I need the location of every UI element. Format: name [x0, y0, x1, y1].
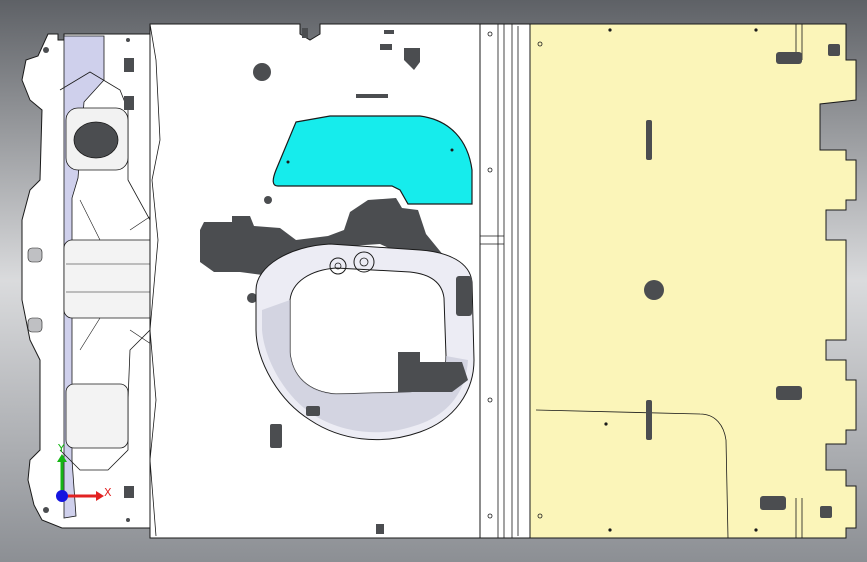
triad-y-label: Y	[57, 442, 65, 455]
yellow-hole-6	[754, 528, 758, 532]
flange-hole-2	[43, 507, 49, 513]
panel-slot-mid	[356, 94, 388, 98]
yellow-hole-3	[754, 28, 758, 32]
panel-slot-lower	[270, 424, 282, 448]
yellow-slot-2	[646, 400, 652, 440]
highlight-face-hole-2	[450, 148, 454, 152]
flange-hole-4	[126, 518, 130, 522]
flange-slot-2	[27, 317, 43, 333]
ring-dark-slot	[456, 276, 472, 316]
panel-hole-large	[253, 63, 271, 81]
yellow-slot-6	[828, 44, 840, 56]
flange-hole-1	[43, 47, 49, 53]
yellow-slot-4	[776, 52, 802, 64]
ring-slot-small	[306, 406, 320, 416]
flange-slot-3	[124, 58, 134, 72]
panel-slot-top	[380, 44, 392, 50]
yellow-slot-5	[760, 496, 786, 510]
yellow-hole-2	[608, 28, 612, 32]
flange-slot-5	[124, 486, 134, 498]
yellow-slot-7	[820, 506, 832, 518]
upper-pocket-cutout	[73, 121, 119, 159]
flange-hole-3	[126, 38, 130, 42]
flange-slot-1	[27, 247, 43, 263]
panel-slot-small-2	[384, 30, 394, 34]
yellow-plate-part[interactable]	[529, 23, 857, 539]
triad-z-axis	[56, 490, 68, 502]
yellow-center-hole	[644, 280, 664, 300]
lower-embossed-pocket	[65, 383, 129, 449]
yellow-hole-5	[608, 528, 612, 532]
triad-x-label: X	[104, 486, 112, 499]
yellow-slot-3	[776, 386, 802, 400]
yellow-hole-7	[604, 422, 608, 426]
highlight-face-hole-1	[286, 160, 290, 164]
vertical-rail-part[interactable]	[479, 23, 531, 539]
panel-slot-small	[302, 28, 308, 38]
mid-channel-rib	[63, 239, 161, 319]
panel-hole-small-1	[264, 196, 272, 204]
cad-graphics-viewport[interactable]: X Y	[0, 0, 867, 562]
flange-slot-4	[124, 96, 134, 110]
cad-model-view[interactable]: X Y	[0, 0, 867, 562]
yellow-slot-1	[646, 120, 652, 160]
panel-slot-bottom	[376, 524, 384, 534]
